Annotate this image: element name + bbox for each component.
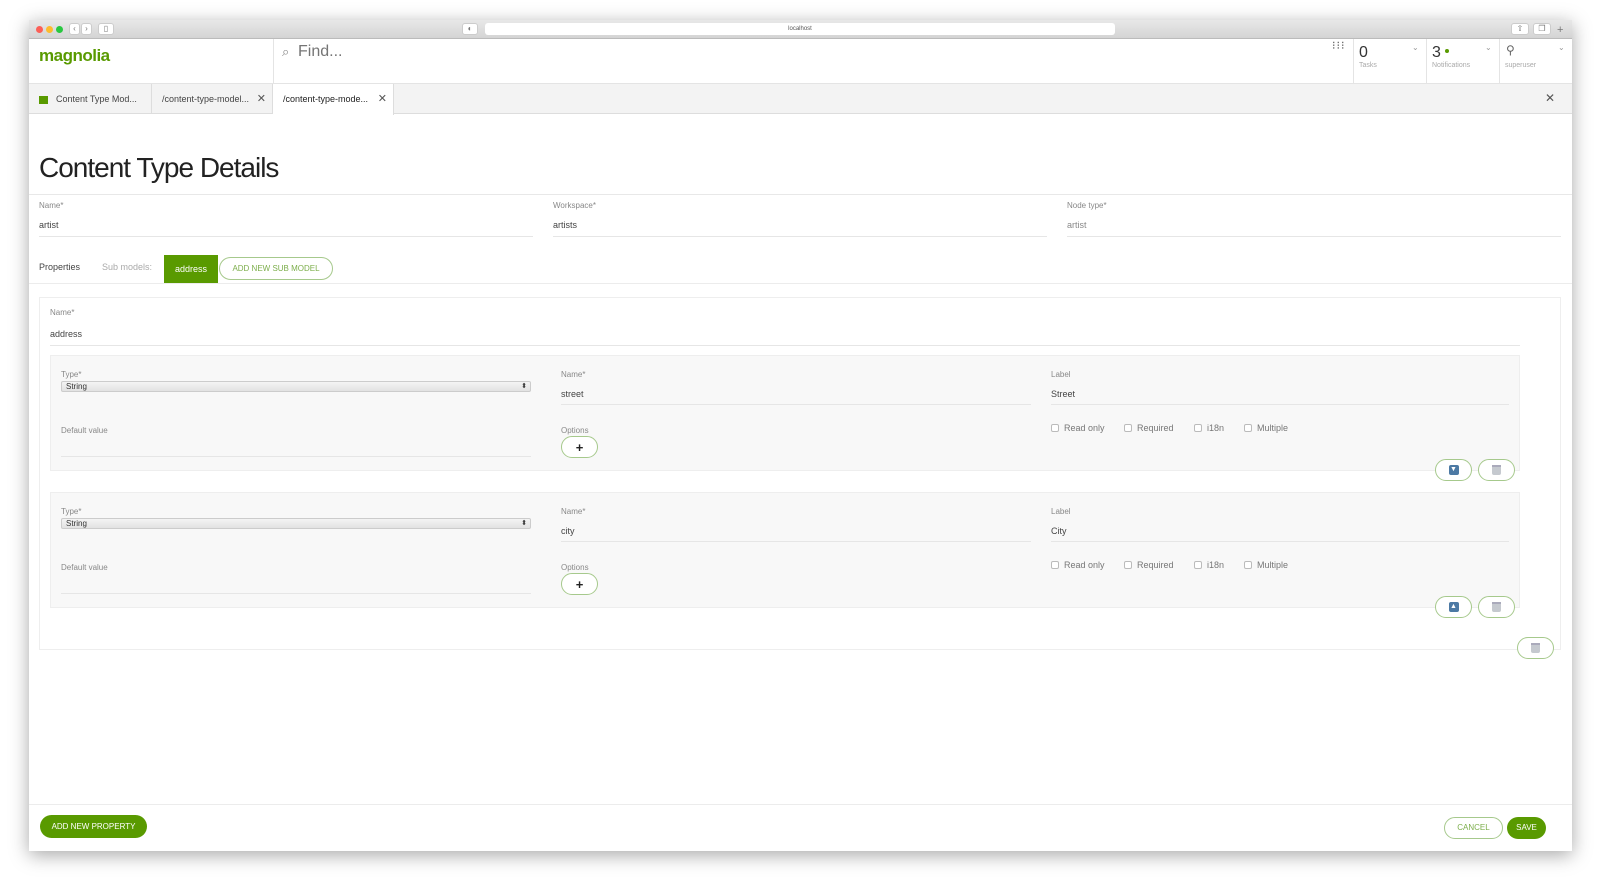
checkbox-multiple[interactable]: Multiple <box>1244 423 1288 433</box>
tab-content-type-model-2[interactable]: /content-type-mode... ✕ <box>273 84 394 115</box>
close-all-tabs-icon[interactable]: ✕ <box>1545 91 1555 105</box>
checkbox-icon[interactable] <box>1244 424 1252 432</box>
select-arrows-icon: ⬍ <box>521 383 527 390</box>
checkbox-icon[interactable] <box>1051 561 1059 569</box>
new-tab-icon[interactable]: + <box>1557 24 1563 36</box>
chevron-down-icon: ⌄ <box>1412 43 1419 52</box>
property-row: Type* String ⬍ Options Default value Name… <box>50 492 1520 608</box>
checkbox-multiple[interactable]: Multiple <box>1244 560 1288 570</box>
sub-models-label: Sub models: <box>102 262 153 272</box>
app-header: magnolia ⌕ ⁝⁝⁝ 0 Tasks ⌄ 3 Notifications… <box>29 39 1572 84</box>
tab-content-type-models[interactable]: Content Type Mod... <box>29 84 152 114</box>
plus-icon: + <box>575 439 584 455</box>
property-label-input[interactable]: Street <box>1051 389 1509 405</box>
delete-property-button[interactable] <box>1478 459 1515 481</box>
checkbox-icon[interactable] <box>1244 561 1252 569</box>
tab-content-type-model-1[interactable]: /content-type-model... ✕ <box>152 84 273 114</box>
add-option-button[interactable]: + <box>561 436 598 458</box>
select-arrows-icon: ⬍ <box>521 520 527 527</box>
logo[interactable]: magnolia <box>39 46 110 66</box>
checkbox-icon[interactable] <box>1194 424 1202 432</box>
type-select[interactable]: String ⬍ <box>61 518 531 529</box>
delete-property-button[interactable] <box>1478 596 1515 618</box>
submodel-box: Name* address Type* String ⬍ Options Defa… <box>39 297 1561 650</box>
chevron-down-icon: ⌄ <box>1485 43 1492 52</box>
sidebar-icon[interactable]: ▯ <box>98 23 114 35</box>
checkbox-icon[interactable] <box>1124 561 1132 569</box>
share-icon[interactable]: ⇧ <box>1511 23 1529 35</box>
arrow-down-icon: ▼ <box>1448 465 1459 475</box>
checkbox-read-only[interactable]: Read only <box>1051 423 1105 433</box>
add-new-sub-model-button[interactable]: ADD NEW SUB MODEL <box>219 257 333 280</box>
table-icon <box>39 95 48 104</box>
trash-icon <box>1531 643 1540 653</box>
default-value-input[interactable] <box>61 456 531 457</box>
plus-icon: + <box>575 576 584 592</box>
name-field[interactable]: Name* artist <box>39 201 533 242</box>
property-name-input[interactable]: street <box>561 389 1031 405</box>
user-icon: ⚲ <box>1506 43 1515 57</box>
notifications-indicator[interactable]: 3 Notifications ⌄ <box>1426 39 1499 84</box>
chevron-down-icon: ⌄ <box>1558 43 1565 52</box>
submodel-tab-address[interactable]: address <box>164 255 218 283</box>
property-label-input[interactable]: City <box>1051 526 1509 542</box>
tabs-icon[interactable]: ❐ <box>1533 23 1551 35</box>
minimize-window-icon[interactable] <box>46 26 53 33</box>
back-icon[interactable]: ‹ <box>69 23 80 35</box>
user-menu[interactable]: ⚲ superuser ⌄ <box>1499 39 1572 84</box>
trash-icon <box>1492 602 1501 612</box>
checkbox-i18n[interactable]: i18n <box>1194 423 1224 433</box>
properties-tab[interactable]: Properties <box>39 262 80 272</box>
notification-dot-icon <box>1445 49 1449 53</box>
browser-toolbar: ‹ › ▯ ◐ localhost ⇧ ❐ + <box>29 20 1572 39</box>
property-row: Type* String ⬍ Options Default value Name… <box>50 355 1520 471</box>
checkbox-icon[interactable] <box>1124 424 1132 432</box>
type-select[interactable]: String ⬍ <box>61 381 531 392</box>
checkbox-icon[interactable] <box>1194 561 1202 569</box>
close-tab-icon[interactable]: ✕ <box>257 84 266 114</box>
checkbox-icon[interactable] <box>1051 424 1059 432</box>
arrow-up-icon: ▲ <box>1448 602 1459 612</box>
search-icon: ⌕ <box>282 44 290 59</box>
add-option-button[interactable]: + <box>561 573 598 595</box>
maximize-window-icon[interactable] <box>56 26 63 33</box>
browser-window: ‹ › ▯ ◐ localhost ⇧ ❐ + magnolia ⌕ ⁝⁝⁝ 0… <box>29 20 1572 851</box>
move-down-button[interactable]: ▼ <box>1435 459 1472 481</box>
tasks-indicator[interactable]: 0 Tasks ⌄ <box>1353 39 1426 84</box>
move-up-button[interactable]: ▲ <box>1435 596 1472 618</box>
search-input[interactable] <box>298 43 898 61</box>
checkbox-i18n[interactable]: i18n <box>1194 560 1224 570</box>
checkbox-required[interactable]: Required <box>1124 423 1174 433</box>
close-window-icon[interactable] <box>36 26 43 33</box>
node-type-field[interactable]: Node type* artist <box>1067 201 1561 242</box>
delete-submodel-button[interactable] <box>1517 637 1554 659</box>
submodel-name-input[interactable]: address <box>50 329 1520 346</box>
default-value-input[interactable] <box>61 593 531 594</box>
workspace-field[interactable]: Workspace* artists <box>553 201 1047 242</box>
privacy-icon[interactable]: ◐ <box>462 23 478 35</box>
checkbox-required[interactable]: Required <box>1124 560 1174 570</box>
cancel-button[interactable]: CANCEL <box>1444 817 1503 839</box>
add-new-property-button[interactable]: ADD NEW PROPERTY <box>40 815 147 838</box>
close-tab-icon[interactable]: ✕ <box>378 84 387 114</box>
forward-icon[interactable]: › <box>81 23 92 35</box>
apps-grid-icon[interactable]: ⁝⁝⁝ <box>1332 41 1346 52</box>
checkbox-read-only[interactable]: Read only <box>1051 560 1105 570</box>
trash-icon <box>1492 465 1501 475</box>
save-button[interactable]: SAVE <box>1507 817 1546 839</box>
page-title: Content Type Details <box>39 152 279 183</box>
property-name-input[interactable]: city <box>561 526 1031 542</box>
address-bar[interactable]: localhost <box>485 23 1115 35</box>
